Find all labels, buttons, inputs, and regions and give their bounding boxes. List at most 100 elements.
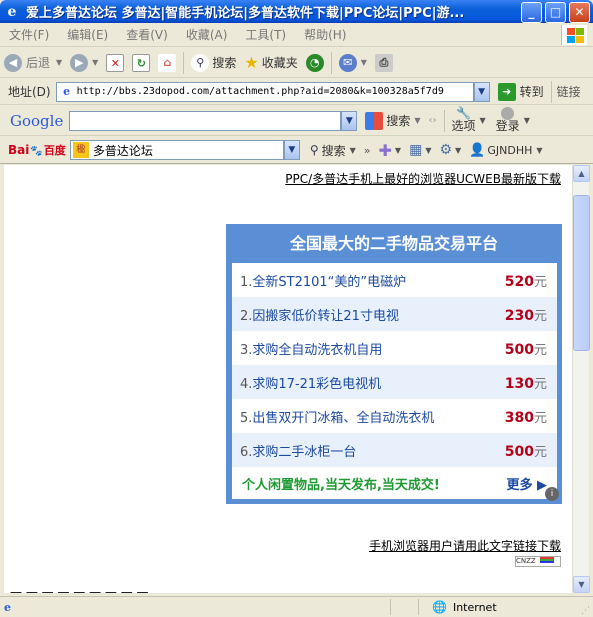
ad-footer: 个人闲置物品,当天发布,当天成交! 更多 ▶ [232, 467, 557, 499]
login-label: 登录 [495, 118, 520, 133]
chevron-down-icon: ▼ [425, 145, 432, 155]
address-bar: 地址(D) e http://bbs.23dopod.com/attachmen… [0, 79, 593, 105]
separator [183, 51, 185, 74]
maximize-button[interactable]: □ [545, 2, 566, 23]
search-icon: ⚲ [309, 143, 319, 157]
menu-tools[interactable]: 工具(T) [236, 26, 295, 43]
baidu-user-button[interactable]: 👤 GJNDHH ▼ [465, 137, 546, 163]
address-label: 地址(D) [8, 85, 51, 99]
forward-button[interactable]: ▶ ▼ [66, 50, 102, 76]
search-button[interactable]: ⚲ 搜索 [187, 50, 240, 76]
ad-item[interactable]: 1.全新ST2101“美的”电磁炉 520元 [232, 263, 557, 297]
zone-label: Internet [452, 600, 497, 614]
page-status-icon: e [4, 600, 11, 614]
ad-item[interactable]: 4.求购17-21彩色电视机 130元 [232, 365, 557, 399]
ad-item[interactable]: 2.因搬家低价转让21寸电视 230元 [232, 297, 557, 331]
menu-help[interactable]: 帮助(H) [295, 26, 355, 43]
address-input[interactable]: e http://bbs.23dopod.com/attachment.php?… [55, 81, 474, 102]
google-toolbar: Google ▼ 搜索 ▼ ‹› 🔧 选项 ▼ 登录 ▼ [0, 106, 593, 136]
chevron-down-icon: ▼ [349, 145, 356, 155]
go-arrow-icon: ➜ [497, 82, 516, 101]
favorites-label: 收藏夹 [261, 56, 298, 70]
baidu-search-input[interactable]: 楹 多普达论坛 [69, 140, 284, 160]
back-label: 后退 [26, 56, 51, 70]
star-icon: ★ [244, 53, 259, 72]
print-button[interactable]: ⎙ [371, 50, 397, 76]
globe-icon: 🌐 [432, 600, 447, 614]
menu-view[interactable]: 查看(V) [117, 26, 177, 43]
ucweb-download-link[interactable]: PPC/多普达手机上最好的浏览器UCWEB最新版下载 [285, 170, 561, 187]
favorites-button[interactable]: ★ 收藏夹 [240, 50, 301, 76]
stop-button[interactable]: ✕ [102, 50, 128, 76]
forward-arrow-icon: ▶ [70, 53, 89, 72]
back-arrow-icon: ◀ [4, 53, 22, 72]
google-logo[interactable]: Google [0, 112, 69, 130]
ad-info-icon[interactable]: i [545, 487, 559, 501]
scroll-thumb[interactable] [573, 195, 590, 351]
baidu-query: 多普达论坛 [92, 143, 153, 158]
mail-button[interactable]: ✉ ▼ [335, 50, 371, 76]
menu-edit[interactable]: 编辑(E) [58, 26, 117, 43]
chevron-down-icon: ▼ [479, 116, 486, 125]
status-bar: e 🌐 Internet ⋰ [0, 596, 593, 617]
back-button[interactable]: ◀ 后退 ▼ [0, 50, 66, 76]
google-search-input[interactable] [69, 110, 342, 131]
google-options-button[interactable]: 🔧 选项 [448, 105, 480, 135]
baidu-settings-button[interactable]: ⚙ ▼ [435, 137, 465, 163]
chevron-down-icon: ▼ [523, 116, 530, 125]
baidu-toolbar: Bai🐾百度 楹 多普达论坛 ▼ ⚲ 搜索 ▼ » ✚ ▼ ▦ ▼ ⚙ ▼ 👤 GJN… [0, 137, 593, 164]
address-dropdown[interactable]: ▼ [473, 81, 490, 102]
baidu-search-label: 搜索 [321, 143, 346, 158]
more-link[interactable]: 更多 ▶ [506, 474, 547, 493]
search-label: 搜索 [212, 56, 237, 70]
separator [550, 80, 552, 103]
baidu-plus-button[interactable]: ✚ ▼ [375, 137, 406, 163]
google-search-button[interactable]: 搜索 ▼ [361, 108, 424, 134]
home-icon: ⌂ [158, 53, 177, 72]
resize-grip-icon[interactable]: ⋰ [581, 606, 590, 616]
ad-list: 1.全新ST2101“美的”电磁炉 520元 2.因搬家低价转让21寸电视 230元… [232, 263, 557, 499]
overflow-chevron-icon[interactable]: » [364, 144, 371, 157]
gear-icon: ⚙ [439, 142, 453, 158]
menu-file[interactable]: 文件(F) [0, 26, 58, 43]
page-content: PPC/多普达手机上最好的浏览器UCWEB最新版下载 全国最大的二手物品交易平台… [4, 165, 572, 593]
links-label[interactable]: 链接 [555, 83, 581, 100]
vertical-scrollbar[interactable]: ▲ ▼ [572, 165, 590, 593]
close-button[interactable]: ✕ [569, 2, 590, 23]
menu-favorites[interactable]: 收藏(A) [177, 26, 237, 43]
ad-item[interactable]: 3.求购全自动洗衣机自用 500元 [232, 331, 557, 365]
baidu-logo[interactable]: Bai🐾百度 [0, 142, 70, 158]
history-icon: ◔ [305, 53, 324, 72]
ad-item[interactable]: 5.出售双开门冰箱、全自动洗衣机 380元 [232, 399, 557, 433]
cnzz-badge[interactable]: CNZZ [515, 556, 561, 567]
security-zone: 🌐 Internet [432, 600, 497, 614]
go-label: 转到 [519, 85, 544, 99]
user-icon [501, 106, 515, 120]
search-icon: ⚲ [191, 53, 210, 72]
refresh-button[interactable]: ↻ [128, 50, 154, 76]
wrench-icon: 🔧 [456, 105, 471, 120]
scroll-down-arrow[interactable]: ▼ [573, 576, 590, 593]
stop-icon: ✕ [106, 53, 125, 72]
mobile-download-link[interactable]: 手机浏览器用户请用此文字链接下载 [369, 537, 561, 554]
ad-title: 全国最大的二手物品交易平台 [227, 225, 561, 263]
scroll-up-arrow[interactable]: ▲ [573, 165, 590, 182]
go-button[interactable]: ➜ 转到 [494, 79, 548, 105]
history-button[interactable]: ◔ [302, 50, 328, 76]
baidu-search-button[interactable]: ⚲ 搜索 ▼ [306, 137, 360, 163]
chevron-down-icon: ▼ [414, 116, 421, 125]
google-login-button[interactable]: 登录 [492, 106, 524, 135]
chevron-down-icon: ▼ [394, 145, 402, 155]
user-icon: 👤 [469, 142, 486, 158]
separator [443, 109, 445, 132]
baidu-search-dropdown[interactable]: ▼ [283, 140, 300, 160]
ad-banner[interactable]: 全国最大的二手物品交易平台 1.全新ST2101“美的”电磁炉 520元 2.因搬… [226, 224, 562, 504]
home-button[interactable]: ⌂ [154, 50, 180, 76]
google-search-dropdown[interactable]: ▼ [341, 110, 358, 131]
print-icon: ⎙ [374, 53, 393, 72]
minimize-button[interactable]: _ [521, 2, 542, 23]
windows-logo-icon [561, 25, 587, 45]
ad-item[interactable]: 6.求购二手冰柜一台 500元 [232, 433, 557, 467]
baidu-grid-button[interactable]: ▦ ▼ [405, 137, 435, 163]
resize-handle[interactable]: ‹› [429, 115, 437, 126]
